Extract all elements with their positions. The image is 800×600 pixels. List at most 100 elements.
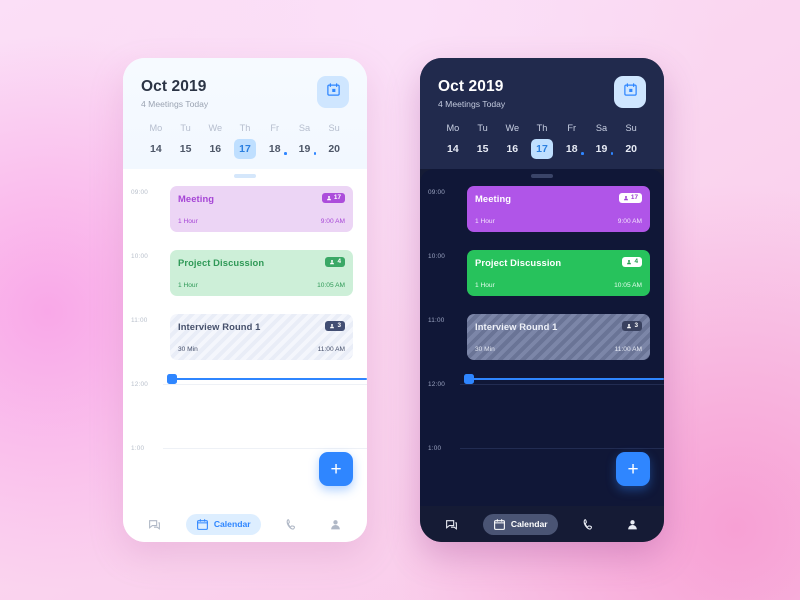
- event-time: 9:00 AM: [320, 217, 345, 225]
- event-duration: 1 Hour: [475, 217, 495, 225]
- current-time-line: [175, 377, 367, 380]
- person-icon: [626, 518, 639, 531]
- attendee-count: 17: [630, 193, 638, 201]
- date-cell-14[interactable]: 14: [141, 139, 171, 159]
- event-title: Project Discussion: [178, 256, 265, 268]
- date-cell-20[interactable]: 20: [319, 139, 349, 159]
- header-dark: Oct 2019 4 Meetings Today Mo Tu We Th Fr…: [420, 58, 664, 169]
- meeting-count-subtitle: 4 Meetings Today: [438, 98, 506, 109]
- date-number: 14: [150, 142, 162, 155]
- agenda-sheet-dark: 09:00 Meeting 17 1 Hour 9:00 AM 10:00 Pr…: [420, 168, 664, 506]
- calendar-icon: [623, 82, 638, 102]
- nav-item-chat[interactable]: [439, 514, 464, 535]
- nav-item-label: Calendar: [510, 519, 548, 529]
- date-cell-15[interactable]: 15: [171, 139, 201, 159]
- grid-line: [163, 447, 367, 449]
- calendar-icon: [326, 82, 341, 102]
- event-card-project-discussion[interactable]: Project Discussion 4 1 Hour 10:05 AM: [170, 249, 353, 296]
- event-dot: [284, 152, 287, 155]
- date-cell-18[interactable]: 18: [260, 139, 290, 159]
- attendee-badge: 3: [325, 320, 345, 332]
- header-calendar-button[interactable]: [317, 76, 349, 108]
- weekday-label: We: [208, 122, 223, 133]
- chat-icon: [148, 518, 161, 531]
- weekday-label: Th: [239, 122, 251, 133]
- event-dot: [313, 152, 317, 155]
- event-card-meeting[interactable]: Meeting 17 1 Hour 9:00 AM: [170, 185, 353, 232]
- time-label: 11:00: [428, 316, 445, 324]
- date-cell-19[interactable]: 19: [290, 139, 320, 159]
- event-title: Interview Round 1: [178, 320, 261, 332]
- nav-item-profile[interactable]: [620, 514, 645, 535]
- nav-item-calendar[interactable]: Calendar: [185, 513, 261, 535]
- current-time-handle[interactable]: [167, 373, 177, 384]
- phone-icon: [285, 518, 298, 531]
- date-number: 15: [179, 142, 192, 155]
- date-cell-19[interactable]: 19: [587, 139, 617, 159]
- time-label: 10:00: [131, 252, 148, 260]
- event-time: 11:00 AM: [614, 345, 642, 353]
- attendee-count: 3: [337, 321, 341, 329]
- weekday-label: Fr: [567, 122, 577, 133]
- meeting-count-subtitle: 4 Meetings Today: [141, 98, 209, 109]
- event-card-interview-round-1[interactable]: Interview Round 1 3 30 Min 11:00 AM: [467, 313, 650, 360]
- date-cell-18[interactable]: 18: [557, 139, 587, 159]
- event-duration: 1 Hour: [178, 217, 198, 225]
- plus-icon: +: [330, 458, 342, 480]
- nav-item-phone[interactable]: [576, 514, 601, 535]
- weekday-label: Su: [625, 122, 637, 133]
- weekday-label: Mo: [446, 122, 460, 133]
- weekday-label: Th: [536, 122, 548, 133]
- weekday-label: Mo: [149, 122, 163, 133]
- date-number: 17: [234, 138, 257, 159]
- time-label: 10:00: [428, 252, 445, 260]
- event-card-interview-round-1[interactable]: Interview Round 1 3 30 Min 11:00 AM: [170, 313, 353, 360]
- event-card-meeting[interactable]: Meeting 17 1 Hour 9:00 AM: [467, 185, 650, 232]
- timeline-row: 10:00 Project Discussion 4 1 Hour 10:05 …: [420, 246, 664, 310]
- week-strip-dark: Mo Tu We Th Fr Sa Su 14 15 16 17 18 19 2…: [438, 123, 646, 169]
- wallpaper: Oct 2019 4 Meetings Today Mo Tu We Th Fr…: [0, 0, 800, 600]
- date-cell-20[interactable]: 20: [616, 139, 646, 159]
- nav-item-chat[interactable]: [142, 514, 167, 535]
- weekday-label: Sa: [595, 122, 608, 133]
- timeline-row: 12:00: [420, 373, 664, 438]
- timeline-row: 11:00 Interview Round 1 3 30 Min 11:00 A…: [123, 310, 367, 374]
- attendee-badge: 4: [325, 256, 345, 268]
- current-time-handle[interactable]: [464, 373, 474, 384]
- event-card-project-discussion[interactable]: Project Discussion 4 1 Hour 10:05 AM: [467, 249, 650, 296]
- nav-item-phone[interactable]: [279, 514, 304, 535]
- weekday-labels-row: Mo Tu We Th Fr Sa Su: [141, 123, 349, 135]
- date-cell-16[interactable]: 16: [497, 139, 527, 159]
- weekday-label: Fr: [270, 122, 280, 133]
- date-number: 20: [328, 142, 341, 155]
- header-calendar-button[interactable]: [614, 76, 646, 108]
- event-title: Interview Round 1: [475, 320, 558, 332]
- calendar-icon: [493, 518, 506, 531]
- nav-item-calendar[interactable]: Calendar: [482, 513, 558, 535]
- date-cell-15[interactable]: 15: [468, 139, 498, 159]
- date-number: 18: [264, 139, 287, 159]
- grid-line: [460, 383, 664, 385]
- page-title: Oct 2019: [141, 78, 207, 95]
- time-label: 1:00: [428, 444, 442, 452]
- add-event-fab[interactable]: +: [319, 452, 353, 486]
- weekday-label: Su: [328, 122, 340, 133]
- date-cell-17-selected[interactable]: 17: [230, 138, 260, 159]
- grid-line: [163, 383, 367, 385]
- agenda-sheet-light: 09:00 Meeting 17 1 Hour 9:00 AM 10:00 Pr…: [123, 168, 367, 506]
- event-time: 10:05 AM: [614, 281, 642, 289]
- date-cell-17-selected[interactable]: 17: [527, 138, 557, 159]
- attendee-badge: 17: [321, 192, 345, 204]
- attendee-count: 4: [634, 257, 638, 265]
- date-cell-16[interactable]: 16: [200, 139, 230, 159]
- timeline-row: 09:00 Meeting 17 1 Hour 9:00 AM: [123, 182, 367, 246]
- date-number: 20: [625, 142, 638, 155]
- nav-item-profile[interactable]: [323, 514, 348, 535]
- date-numbers-row: 14 15 16 17 18 19 20: [438, 138, 646, 169]
- date-number: 17: [531, 138, 554, 159]
- event-title: Meeting: [475, 192, 512, 204]
- attendee-badge: 3: [622, 320, 642, 332]
- event-time: 9:00 AM: [617, 217, 642, 225]
- add-event-fab[interactable]: +: [616, 452, 650, 486]
- date-cell-14[interactable]: 14: [438, 139, 468, 159]
